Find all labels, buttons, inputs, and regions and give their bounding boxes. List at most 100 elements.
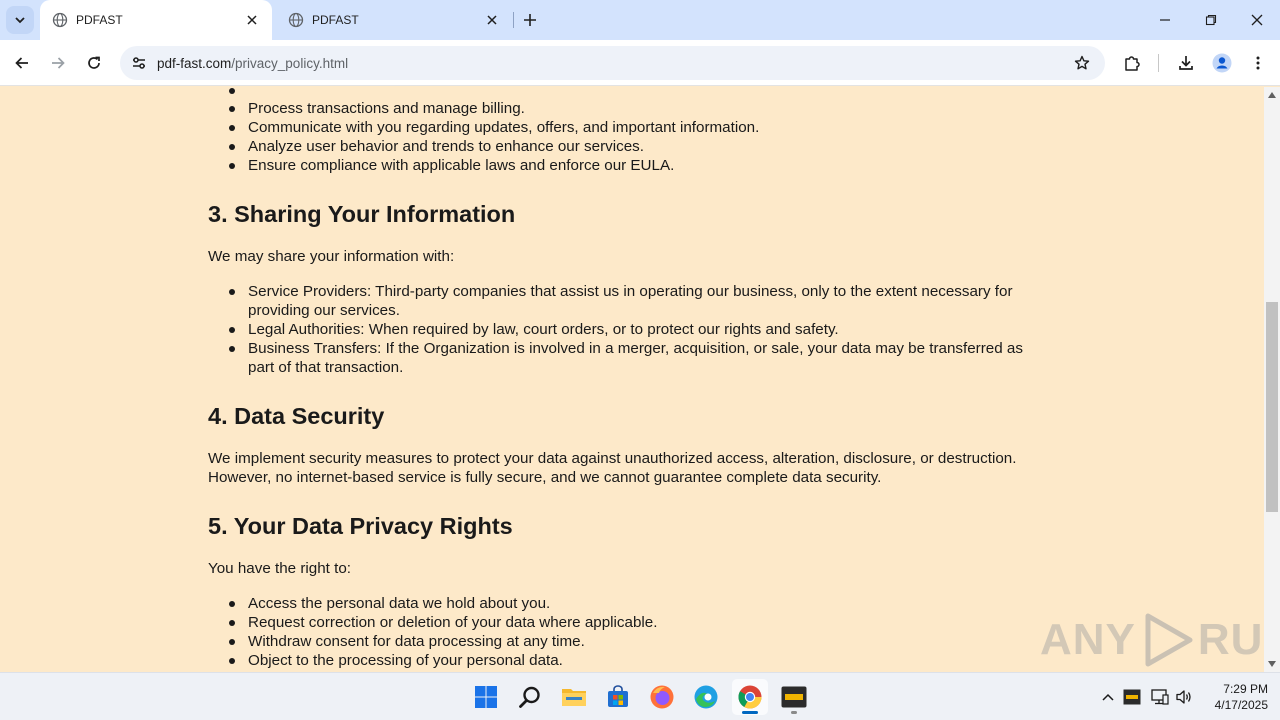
- section-heading-rights: 5. Your Data Privacy Rights: [208, 513, 513, 539]
- section-body: We implement security measures to protec…: [208, 450, 1017, 486]
- tab-close-button[interactable]: [244, 12, 260, 28]
- edge-button[interactable]: [688, 679, 724, 715]
- edge-icon: [694, 685, 718, 709]
- chevron-down-icon: [15, 17, 25, 24]
- chrome-icon: [738, 685, 762, 709]
- store-bag-icon: [608, 685, 628, 707]
- pdfast-app-button[interactable]: [776, 679, 812, 715]
- tab-pdfast-inactive[interactable]: PDFAST: [276, 0, 512, 40]
- new-tab-button[interactable]: [520, 10, 540, 30]
- scrollbar-thumb[interactable]: [1266, 302, 1278, 512]
- list-item: Request correction or deletion of your d…: [229, 613, 1048, 632]
- windows-taskbar: 7:29 PM 4/17/2025: [0, 672, 1280, 720]
- scroll-up-button[interactable]: [1264, 87, 1280, 103]
- site-info-button[interactable]: [124, 55, 154, 71]
- minimize-button[interactable]: [1142, 0, 1188, 40]
- network-icon: [1151, 689, 1169, 705]
- puzzle-icon: [1125, 56, 1140, 71]
- restore-button[interactable]: [1188, 0, 1234, 40]
- windows-logo-icon: [475, 686, 497, 708]
- close-icon: [487, 15, 497, 25]
- globe-icon: [52, 12, 68, 28]
- microsoft-store-button[interactable]: [600, 679, 636, 715]
- plus-icon: [524, 14, 536, 26]
- list-item: Service Providers: Third-party companies…: [229, 282, 1048, 320]
- tab-search-button[interactable]: [6, 6, 34, 34]
- running-app-indicator: [791, 711, 797, 714]
- tab-separator: [513, 12, 514, 28]
- triangle-down-icon: [1268, 661, 1276, 667]
- tray-app-icon: [1123, 689, 1141, 705]
- close-icon: [247, 15, 257, 25]
- watermark-text-left: ANY: [1040, 615, 1136, 664]
- privacy-policy-content: Process transactions and manage billing.…: [208, 87, 1048, 670]
- list-item: Withdraw consent for data processing at …: [229, 632, 1048, 651]
- section-heading-security: 4. Data Security: [208, 403, 385, 429]
- url-text: pdf-fast.com/privacy_policy.html: [157, 56, 1067, 71]
- list-item: [229, 87, 1048, 99]
- tune-icon: [133, 57, 145, 69]
- list-item: Analyze user behavior and trends to enha…: [229, 137, 1048, 156]
- arrow-right-icon: [52, 57, 65, 69]
- file-explorer-button[interactable]: [556, 679, 592, 715]
- forward-button[interactable]: [44, 49, 72, 77]
- back-button[interactable]: [8, 49, 36, 77]
- list-item: Access the personal data we hold about y…: [229, 594, 1048, 613]
- chrome-button[interactable]: [732, 679, 768, 715]
- network-button[interactable]: [1150, 687, 1170, 707]
- sharing-list: Service Providers: Third-party companies…: [208, 282, 1048, 377]
- folder-icon: [562, 689, 586, 706]
- toolbar-divider: [1158, 54, 1159, 72]
- rights-list: Access the personal data we hold about y…: [208, 594, 1048, 670]
- globe-icon: [288, 12, 304, 28]
- list-item: Ensure compliance with applicable laws a…: [229, 156, 1048, 175]
- reload-icon: [88, 56, 100, 69]
- tray-app-button[interactable]: [1122, 687, 1142, 707]
- data-use-list: Process transactions and manage billing.…: [208, 87, 1048, 175]
- arrow-left-icon: [15, 57, 28, 69]
- search-icon: [519, 686, 540, 708]
- speaker-icon: [1176, 690, 1191, 704]
- clock-date: 4/17/2025: [1214, 698, 1268, 712]
- watermark-text-right: RUN: [1197, 615, 1264, 664]
- tab-title: PDFAST: [312, 13, 359, 27]
- page-viewport: Process transactions and manage billing.…: [0, 87, 1264, 672]
- list-item: Communicate with you regarding updates, …: [229, 118, 1048, 137]
- menu-button[interactable]: [1244, 49, 1272, 77]
- list-item: Legal Authorities: When required by law,…: [229, 320, 1048, 339]
- chevron-up-icon: [1102, 693, 1114, 701]
- avatar-icon: [1212, 53, 1232, 73]
- taskbar-search-button[interactable]: [512, 679, 548, 715]
- downloads-button[interactable]: [1172, 49, 1200, 77]
- list-item: Business Transfers: If the Organization …: [229, 339, 1048, 377]
- pdfast-app-icon: [781, 686, 807, 708]
- system-clock[interactable]: 7:29 PM 4/17/2025: [1200, 681, 1268, 713]
- url-path: /privacy_policy.html: [231, 55, 349, 71]
- tab-title: PDFAST: [76, 13, 123, 27]
- firefox-icon: [650, 685, 674, 709]
- bookmark-button[interactable]: [1067, 55, 1097, 71]
- browser-toolbar: pdf-fast.com/privacy_policy.html: [0, 40, 1280, 86]
- address-bar[interactable]: pdf-fast.com/privacy_policy.html: [120, 46, 1105, 80]
- star-icon: [1074, 55, 1090, 70]
- restore-icon: [1205, 14, 1217, 26]
- url-host: pdf-fast.com: [157, 55, 232, 71]
- tab-strip: PDFAST PDFAST: [0, 0, 1280, 40]
- more-vertical-icon: [1256, 56, 1260, 70]
- scroll-down-button[interactable]: [1264, 656, 1280, 672]
- extensions-button[interactable]: [1118, 49, 1146, 77]
- start-button[interactable]: [468, 679, 504, 715]
- reload-button[interactable]: [80, 49, 108, 77]
- close-icon: [1251, 14, 1263, 26]
- section-intro: You have the right to:: [208, 560, 351, 577]
- section-intro: We may share your information with:: [208, 248, 455, 265]
- show-hidden-icons-button[interactable]: [1098, 687, 1118, 707]
- triangle-up-icon: [1268, 92, 1276, 98]
- volume-button[interactable]: [1174, 687, 1194, 707]
- page-scrollbar[interactable]: [1264, 87, 1280, 672]
- tab-close-button[interactable]: [484, 12, 500, 28]
- profile-button[interactable]: [1208, 49, 1236, 77]
- firefox-button[interactable]: [644, 679, 680, 715]
- close-window-button[interactable]: [1234, 0, 1280, 40]
- tab-pdfast-active[interactable]: PDFAST: [40, 0, 272, 40]
